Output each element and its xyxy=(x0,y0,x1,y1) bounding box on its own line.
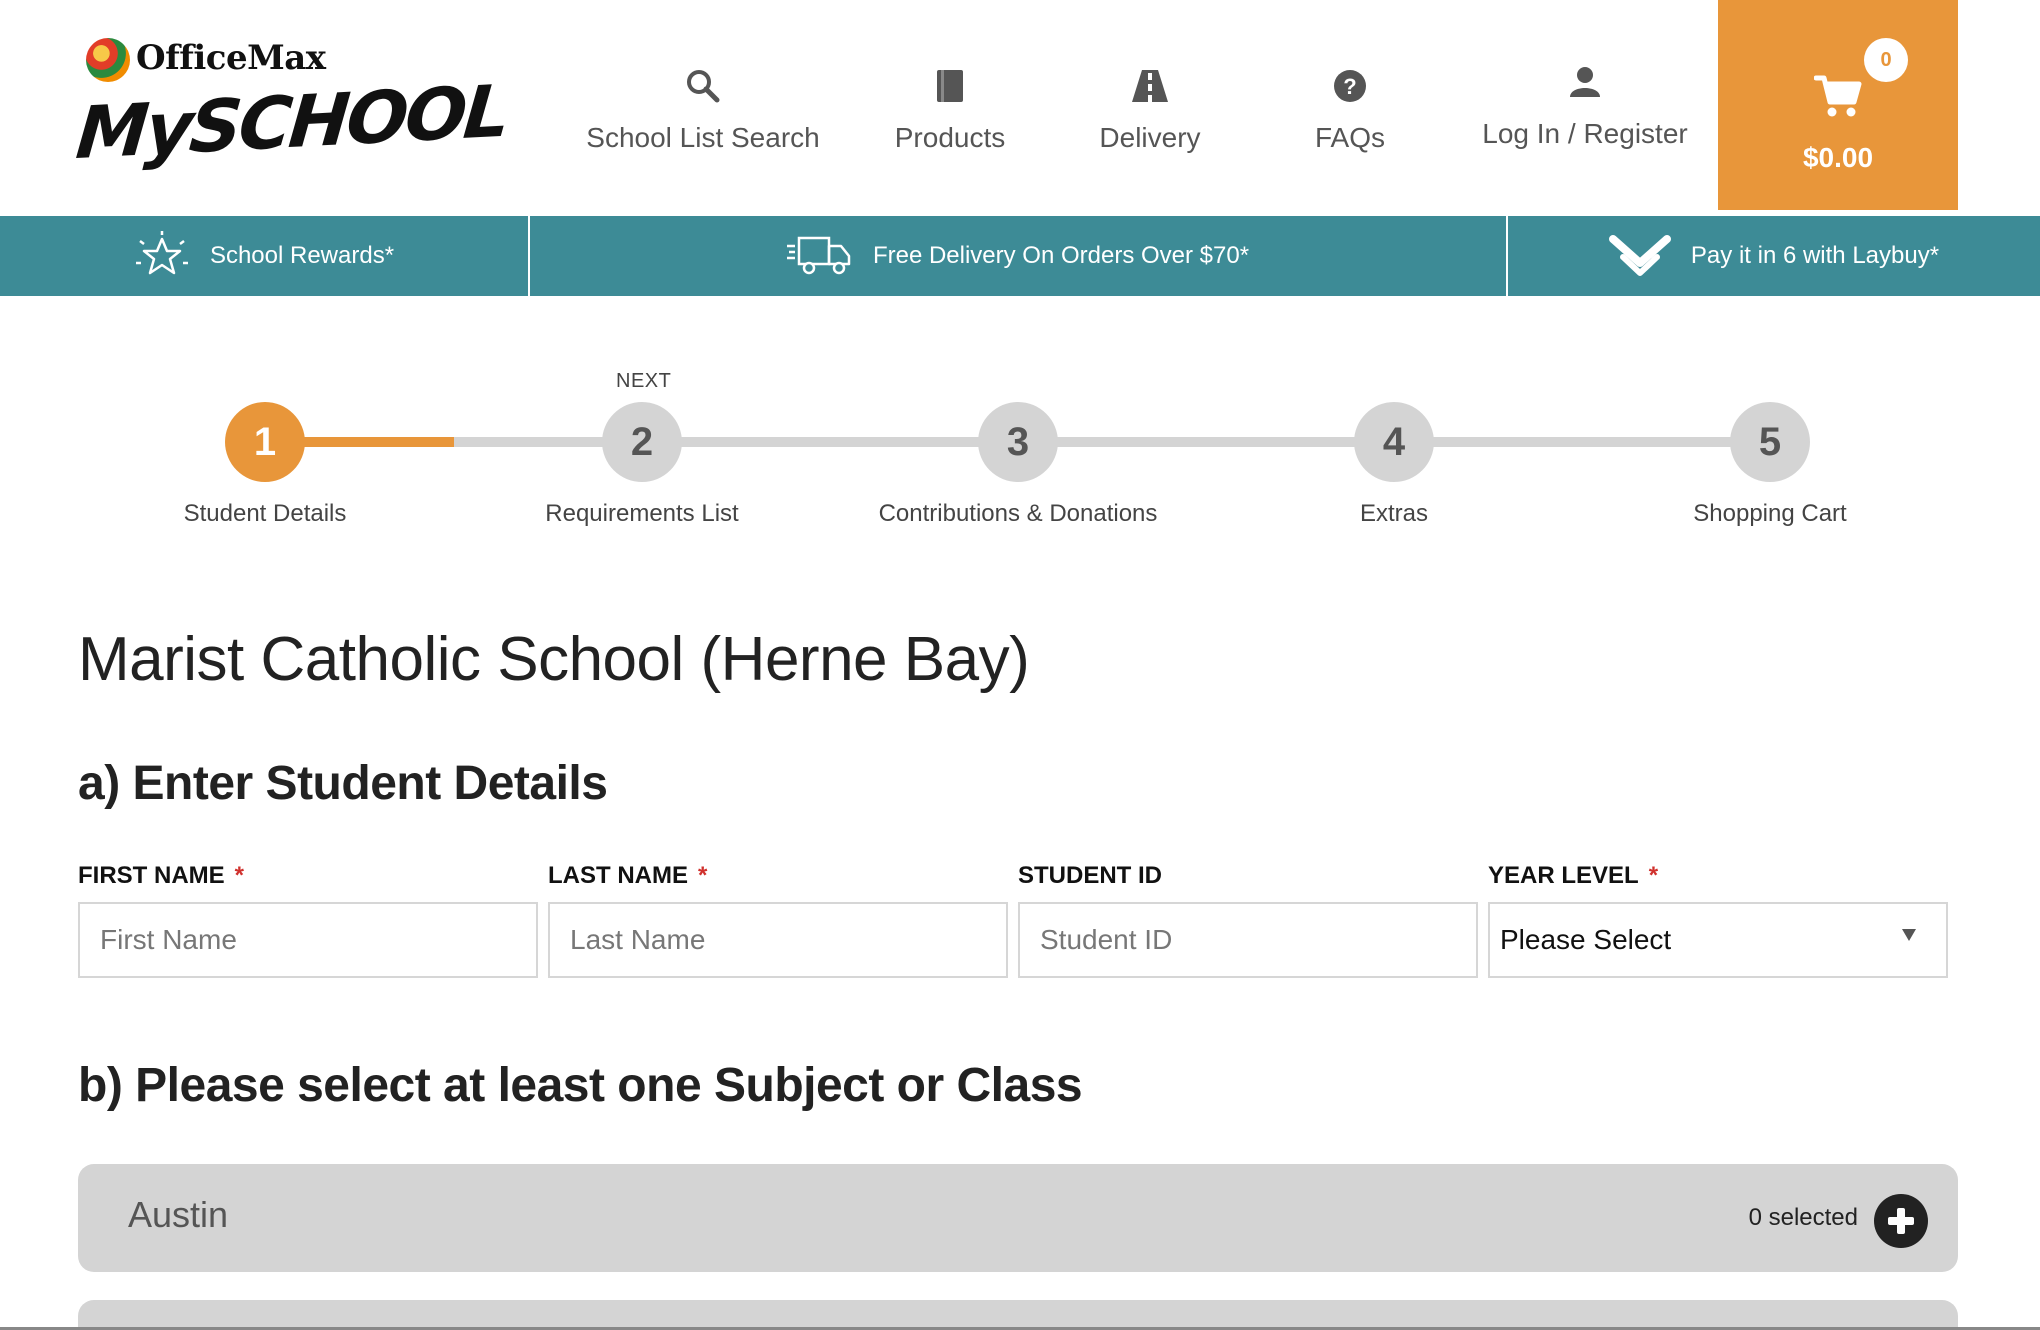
step-requirements-list[interactable]: 2 Requirements List xyxy=(452,360,832,528)
nav-faqs[interactable]: ? FAQs xyxy=(1270,0,1430,216)
step-label: Extras xyxy=(1359,500,1428,527)
logo-ball-icon xyxy=(86,38,130,82)
required-marker: * xyxy=(1648,862,1659,889)
promo-label: Free Delivery On Orders Over $70* xyxy=(872,242,1250,269)
logo-product-text: MySCHOOL xyxy=(73,68,511,176)
step-number: 1 xyxy=(225,402,305,482)
last-name-input[interactable] xyxy=(548,902,1008,978)
expand-plus-icon[interactable] xyxy=(1874,1194,1928,1248)
search-icon xyxy=(683,66,723,106)
step-number: 4 xyxy=(1354,402,1434,482)
step-label: Student Details xyxy=(183,500,347,527)
section-heading-student-details: a) Enter Student Details xyxy=(78,757,608,810)
class-accordion-next[interactable] xyxy=(78,1300,1958,1330)
officemax-myschool-logo[interactable]: OfficeMax MySCHOOL xyxy=(73,34,511,184)
last-name-label: LAST NAME * xyxy=(548,862,708,889)
nav-label: FAQs xyxy=(1314,122,1385,153)
site-header: OfficeMax MySCHOOL School List Search Pr… xyxy=(0,0,2040,216)
truck-icon xyxy=(786,234,853,278)
step-contributions-donations[interactable]: 3 Contributions & Donations xyxy=(828,360,1208,528)
required-marker: * xyxy=(234,862,245,889)
step-shopping-cart[interactable]: 5 Shopping Cart xyxy=(1580,360,1960,528)
required-marker: * xyxy=(698,862,708,889)
page-title: Marist Catholic School (Herne Bay) xyxy=(78,625,1030,694)
promo-bar: School Rewards* Free Delivery On Orders … xyxy=(0,216,2040,296)
cart-count-badge: 0 xyxy=(1864,38,1908,82)
year-level-selected-value: Please Select xyxy=(1500,924,1672,955)
student-id-label: STUDENT ID xyxy=(1018,862,1162,889)
logo-brand-text: OfficeMax xyxy=(136,38,326,78)
nav-delivery[interactable]: Delivery xyxy=(1070,0,1230,216)
checkout-stepper: NEXT 1 Student Details 2 Requirements Li… xyxy=(0,360,2040,540)
section-heading-subject-class: b) Please select at least one Subject or… xyxy=(78,1059,1083,1112)
promo-school-rewards[interactable]: School Rewards* xyxy=(0,216,528,296)
step-number: 2 xyxy=(602,402,682,482)
first-name-input[interactable] xyxy=(78,902,538,978)
student-id-input[interactable] xyxy=(1018,902,1478,978)
chevron-down-icon xyxy=(1902,929,1916,941)
class-name: Austin xyxy=(128,1194,229,1235)
nav-label: Products xyxy=(894,122,1006,153)
step-student-details[interactable]: 1 Student Details xyxy=(75,360,455,528)
year-level-label: YEAR LEVEL * xyxy=(1488,862,1659,889)
promo-label: Pay it in 6 with Laybuy* xyxy=(1690,242,1940,269)
road-icon xyxy=(1130,66,1170,106)
cart-button[interactable]: 0 $0.00 xyxy=(1718,0,1958,210)
cart-icon xyxy=(1813,74,1862,118)
last-name-field: LAST NAME * xyxy=(548,862,1008,978)
nav-products[interactable]: Products xyxy=(870,0,1030,216)
year-level-field: YEAR LEVEL * Please Select xyxy=(1488,862,1948,978)
step-label: Shopping Cart xyxy=(1693,500,1847,527)
step-number: 3 xyxy=(978,402,1058,482)
step-extras[interactable]: 4 Extras xyxy=(1204,360,1584,528)
svg-text:?: ? xyxy=(1343,74,1356,99)
step-number: 5 xyxy=(1730,402,1810,482)
class-selected-count: 0 selected xyxy=(1748,1204,1858,1231)
step-label: Requirements List xyxy=(545,500,739,527)
nav-label: Log In / Register xyxy=(1482,118,1688,149)
cart-total: $0.00 xyxy=(1802,142,1874,173)
starburst-icon xyxy=(134,231,190,281)
nav-label: School List Search xyxy=(586,122,820,153)
promo-free-delivery[interactable]: Free Delivery On Orders Over $70* xyxy=(528,216,1506,296)
laybuy-icon xyxy=(1608,231,1671,281)
student-id-field: STUDENT ID xyxy=(1018,862,1478,978)
book-icon xyxy=(930,66,970,106)
first-name-label: FIRST NAME * xyxy=(78,862,245,889)
year-level-select[interactable]: Please Select xyxy=(1488,902,1948,978)
user-icon xyxy=(1565,62,1605,102)
promo-laybuy[interactable]: Pay it in 6 with Laybuy* xyxy=(1506,216,2040,296)
nav-login-register[interactable]: Log In / Register xyxy=(1470,0,1700,216)
first-name-field: FIRST NAME * xyxy=(78,862,538,978)
class-accordion-austin[interactable]: Austin 0 selected xyxy=(78,1164,1958,1272)
question-icon: ? xyxy=(1330,66,1370,106)
nav-label: Delivery xyxy=(1099,122,1201,153)
step-label: Contributions & Donations xyxy=(878,500,1158,527)
promo-label: School Rewards* xyxy=(209,242,395,269)
nav-school-list-search[interactable]: School List Search xyxy=(580,0,826,216)
